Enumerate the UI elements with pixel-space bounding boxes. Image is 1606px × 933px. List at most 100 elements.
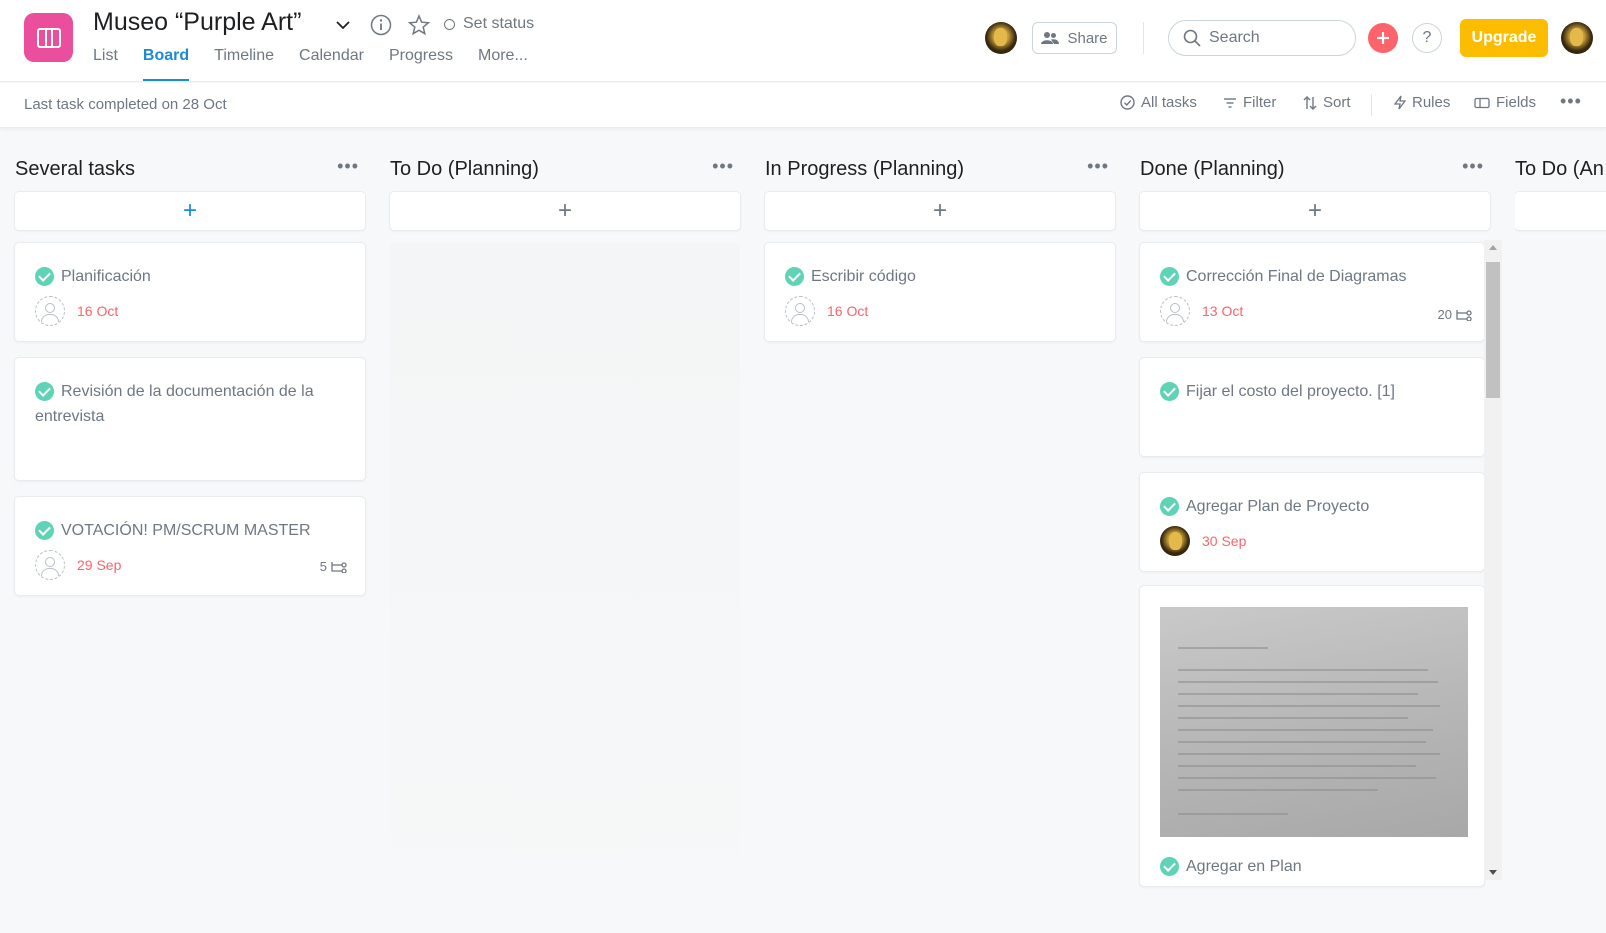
column-more-icon[interactable]: ••• — [337, 156, 359, 177]
task-card-with-cover[interactable]: Agregar en Plan — [1140, 586, 1484, 886]
due-date[interactable]: 16 Oct — [77, 303, 118, 319]
quick-add-button[interactable] — [1368, 23, 1398, 53]
fields-button[interactable]: Fields — [1474, 94, 1536, 111]
column-scrollbar[interactable] — [1484, 240, 1502, 880]
task-card[interactable]: Fijar el costo del proyecto. [1] — [1140, 358, 1484, 456]
more-options-icon[interactable]: ••• — [1560, 91, 1582, 112]
due-date[interactable]: 30 Sep — [1202, 533, 1246, 549]
lightning-icon — [1394, 95, 1406, 110]
scroll-thumb[interactable] — [1486, 262, 1500, 398]
column-more-icon[interactable]: ••• — [1087, 156, 1109, 177]
tab-progress[interactable]: Progress — [389, 47, 453, 81]
set-status-label: Set status — [463, 15, 535, 32]
subtask-icon — [331, 561, 347, 573]
column-more-icon[interactable]: ••• — [1462, 156, 1484, 177]
tab-timeline[interactable]: Timeline — [214, 47, 274, 81]
column-title: Several tasks — [15, 158, 136, 180]
task-card[interactable]: Escribir código 16 Oct — [765, 243, 1115, 341]
due-date[interactable]: 16 Oct — [827, 303, 868, 319]
star-icon[interactable] — [406, 12, 432, 38]
tab-more[interactable]: More... — [478, 47, 528, 81]
tab-board[interactable]: Board — [142, 47, 190, 81]
share-label: Share — [1067, 29, 1108, 47]
project-board-icon[interactable] — [24, 13, 73, 62]
column-title: In Progress (Planning) — [765, 158, 964, 180]
sort-icon — [1303, 95, 1317, 110]
assignee-avatar[interactable] — [1160, 526, 1190, 556]
check-circle-icon — [1120, 95, 1135, 110]
task-card[interactable]: Agregar Plan de Proyecto 30 Sep — [1140, 473, 1484, 571]
cover-image-document-photo[interactable] — [1160, 607, 1468, 837]
filter-label: Filter — [1243, 94, 1277, 111]
task-card[interactable]: Planificación 16 Oct — [15, 243, 365, 341]
column-title: Done (Planning) — [1140, 158, 1285, 180]
board-column-todo-partial: To Do (An — [1515, 128, 1606, 268]
due-date[interactable]: 13 Oct — [1202, 303, 1243, 319]
task-name: Agregar en Plan — [1186, 858, 1302, 875]
task-name: Corrección Final de Diagramas — [1186, 268, 1407, 285]
task-card[interactable]: Revisión de la documentación de la entre… — [15, 358, 365, 480]
info-icon[interactable] — [368, 12, 394, 38]
column-title: To Do (An — [1515, 158, 1604, 180]
view-tabs: List Board Timeline Calendar Progress Mo… — [93, 47, 553, 81]
subtask-count-value: 20 — [1437, 307, 1452, 322]
upgrade-button[interactable]: Upgrade — [1460, 19, 1548, 57]
task-name: Agregar Plan de Proyecto — [1186, 498, 1370, 515]
task-name: Escribir código — [811, 268, 916, 285]
all-tasks-label: All tasks — [1141, 94, 1197, 111]
column-title: To Do (Planning) — [390, 158, 539, 180]
search-placeholder: Search — [1209, 29, 1260, 46]
divider — [1143, 22, 1144, 54]
sort-button[interactable]: Sort — [1303, 94, 1351, 111]
add-task-button[interactable] — [1515, 192, 1606, 230]
all-tasks-button[interactable]: All tasks — [1120, 94, 1197, 111]
unassigned-avatar-icon[interactable] — [1160, 296, 1190, 326]
user-avatar[interactable] — [1561, 22, 1593, 54]
help-button[interactable]: ? — [1412, 23, 1442, 53]
add-task-button[interactable]: + — [15, 192, 365, 230]
board-toolbar: Last task completed on 28 Oct All tasks … — [0, 83, 1606, 128]
column-more-icon[interactable]: ••• — [712, 156, 734, 177]
fields-icon — [1474, 97, 1490, 108]
scroll-down-arrow-icon[interactable] — [1489, 870, 1497, 875]
filter-icon — [1224, 97, 1236, 108]
chevron-down-icon[interactable] — [330, 12, 356, 38]
add-task-button[interactable]: + — [765, 192, 1115, 230]
add-task-button[interactable]: + — [390, 192, 740, 230]
empty-column-dropzone[interactable] — [390, 243, 740, 933]
tab-calendar[interactable]: Calendar — [299, 47, 364, 81]
subtask-count[interactable]: 20 — [1438, 307, 1472, 322]
filter-button[interactable]: Filter — [1223, 94, 1276, 111]
plus-icon — [1377, 32, 1389, 44]
project-title[interactable]: Museo “Purple Art” — [93, 8, 301, 37]
subtask-icon — [1456, 309, 1472, 321]
task-card[interactable]: VOTACIÓN! PM/SCRUM MASTER 29 Sep 5 — [15, 497, 365, 595]
member-avatar[interactable] — [985, 22, 1017, 54]
task-name: VOTACIÓN! PM/SCRUM MASTER — [61, 522, 311, 539]
fields-label: Fields — [1496, 94, 1537, 111]
unassigned-avatar-icon[interactable] — [35, 550, 65, 580]
rules-button[interactable]: Rules — [1394, 94, 1450, 111]
share-button[interactable]: Share — [1032, 22, 1117, 54]
unassigned-avatar-icon[interactable] — [35, 296, 65, 326]
top-bar: Museo “Purple Art” Set status List Board… — [0, 0, 1606, 82]
add-task-button[interactable]: + — [1140, 192, 1490, 230]
task-card[interactable]: Corrección Final de Diagramas 13 Oct 20 — [1140, 243, 1484, 341]
scroll-up-arrow-icon[interactable] — [1489, 245, 1497, 250]
people-icon — [1041, 32, 1060, 44]
rules-label: Rules — [1412, 94, 1451, 111]
tab-list[interactable]: List — [93, 47, 118, 81]
due-date[interactable]: 29 Sep — [77, 557, 121, 573]
set-status-button[interactable]: Set status — [444, 15, 534, 33]
task-name: Fijar el costo del proyecto. [1] — [1186, 383, 1395, 400]
divider — [1371, 94, 1372, 116]
search-input[interactable]: Search — [1168, 20, 1356, 56]
task-name: Planificación — [61, 268, 151, 285]
search-icon — [1183, 29, 1201, 47]
status-dot-icon — [444, 18, 455, 30]
task-name: Revisión de la documentación de la entre… — [35, 383, 314, 425]
subtask-count[interactable]: 5 — [320, 559, 347, 574]
subtask-count-value: 5 — [319, 559, 327, 574]
unassigned-avatar-icon[interactable] — [785, 296, 815, 326]
sort-label: Sort — [1323, 94, 1351, 111]
